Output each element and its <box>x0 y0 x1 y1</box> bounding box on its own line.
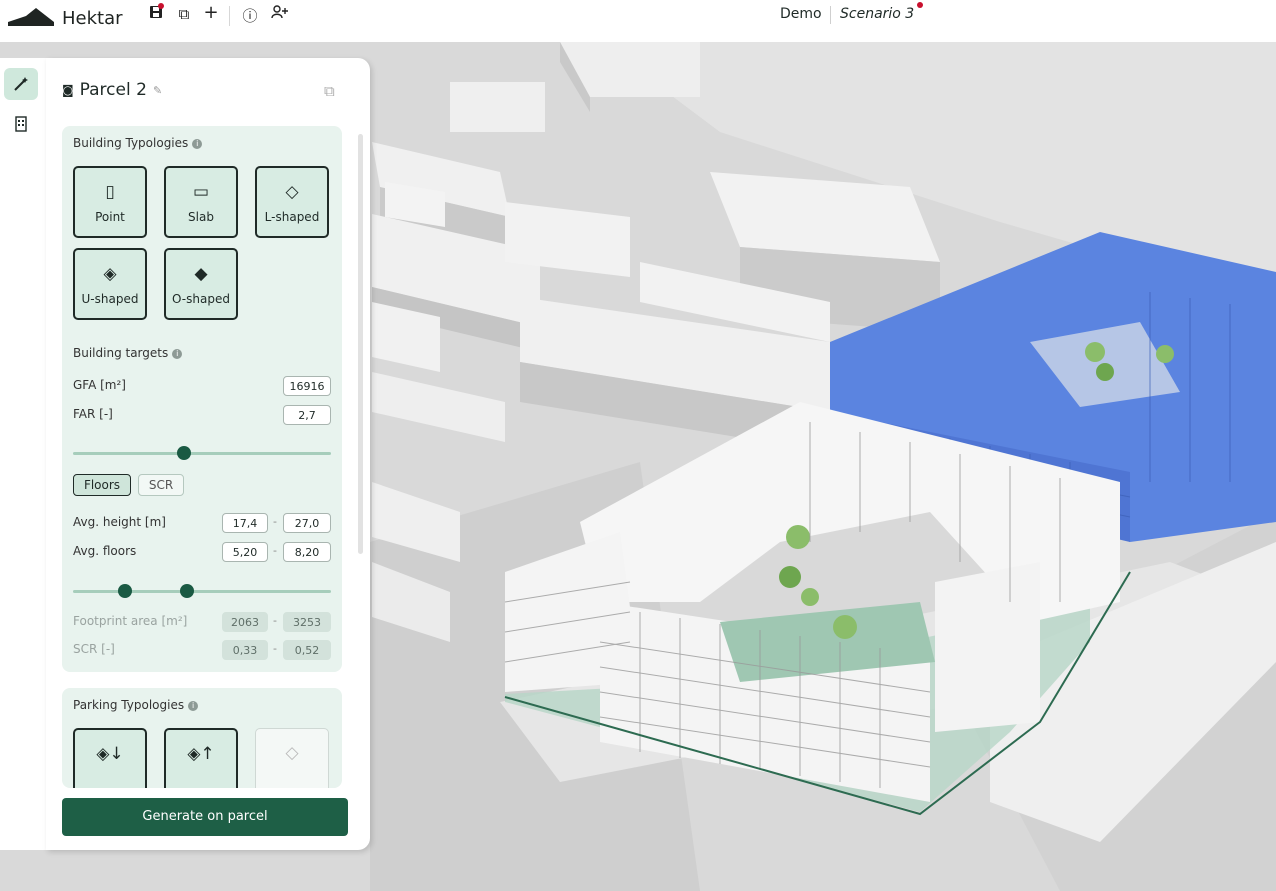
typology-u-shaped[interactable]: ◈ U-shaped <box>73 248 147 320</box>
parking-underground[interactable]: ◈↓ <box>73 728 147 788</box>
surface-parking-icon: ◇ <box>285 743 299 763</box>
typology-l-shaped[interactable]: ◇ L-shaped <box>255 166 329 238</box>
magic-wand-icon[interactable] <box>4 68 38 100</box>
typology-slab[interactable]: ▭ Slab <box>164 166 238 238</box>
toggle-scr[interactable]: SCR <box>138 474 184 496</box>
point-building-icon: ▯ <box>105 182 115 202</box>
building-icon[interactable] <box>4 108 38 140</box>
far-slider-track[interactable] <box>73 452 331 455</box>
far-slider-handle[interactable] <box>176 446 191 460</box>
add-user-icon[interactable] <box>270 5 290 23</box>
toggle-floors[interactable]: Floors <box>73 474 131 496</box>
parking-surface[interactable]: ◇ <box>255 728 329 788</box>
scr-min-value: 0,33 <box>222 640 268 660</box>
far-label: FAR [-] <box>73 407 113 421</box>
hektar-logo[interactable] <box>8 4 58 28</box>
l-shaped-building-icon: ◇ <box>285 182 299 202</box>
avg-height-label: Avg. height [m] <box>73 515 166 529</box>
podium-parking-icon: ◈↑ <box>187 744 215 764</box>
copy-icon[interactable]: ⧉ <box>324 82 335 100</box>
building-typologies-title: Building Typologies i <box>73 136 203 150</box>
panel-title: Parcel 2 <box>79 80 147 100</box>
far-input[interactable]: 2,7 <box>283 405 331 425</box>
parcel-panel: ◙ Parcel 2 ✎ ⧉ Building Typologies i ▯ Po… <box>46 58 370 850</box>
building-card: Building Typologies i ▯ Point ▭ Slab ◇ L-… <box>62 126 342 672</box>
floors-range-track[interactable] <box>73 590 331 593</box>
slab-building-icon: ▭ <box>192 182 210 202</box>
toolbar-divider <box>229 6 230 26</box>
scenario-unsaved-indicator <box>917 2 923 8</box>
parking-card: Parking Typologies i ◈↓ ◈↑ ◇ <box>62 688 342 788</box>
avg-floors-label: Avg. floors <box>73 544 137 558</box>
info-icon[interactable]: ⓘ <box>240 5 260 26</box>
parking-typologies-title: Parking Typologies i <box>73 698 199 712</box>
parking-podium[interactable]: ◈↑ <box>164 728 238 788</box>
top-bar: Hektar ⧉ + ⓘ Demo Scenario 3 <box>0 0 1276 42</box>
u-shaped-building-icon: ◈ <box>103 264 117 284</box>
building-targets-title: Building targets i <box>73 346 183 360</box>
info-icon[interactable]: i <box>172 349 183 359</box>
avg-height-max-input[interactable]: 27,0 <box>283 513 331 533</box>
gfa-input[interactable]: 16916 <box>283 376 331 396</box>
range-separator: - <box>273 642 277 655</box>
underground-parking-icon: ◈↓ <box>96 744 124 764</box>
gfa-label: GFA [m²] <box>73 378 126 392</box>
parcel-icon: ◙ <box>62 83 74 97</box>
info-icon[interactable]: i <box>192 139 203 149</box>
o-shaped-building-icon: ◆ <box>194 264 208 284</box>
avg-height-min-input[interactable]: 17,4 <box>222 513 268 533</box>
info-icon[interactable]: i <box>188 701 199 711</box>
range-separator: - <box>273 544 277 557</box>
plus-icon[interactable]: + <box>201 2 221 23</box>
typology-o-shaped[interactable]: ◆ O-shaped <box>164 248 238 320</box>
panel-scrollbar[interactable] <box>358 134 363 554</box>
footprint-label: Footprint area [m²] <box>73 614 188 628</box>
generate-on-parcel-button[interactable]: Generate on parcel <box>62 798 348 836</box>
left-tool-rail <box>0 58 47 850</box>
title-divider <box>830 6 831 24</box>
footprint-min-value: 2063 <box>222 612 268 632</box>
brand-name: Hektar <box>62 8 123 29</box>
range-separator: - <box>273 614 277 627</box>
typology-point[interactable]: ▯ Point <box>73 166 147 238</box>
floors-range-min-handle[interactable] <box>117 584 132 598</box>
range-separator: - <box>273 515 277 528</box>
scr-max-value: 0,52 <box>283 640 331 660</box>
scr-label: SCR [-] <box>73 642 115 656</box>
project-name[interactable]: Demo <box>780 6 822 22</box>
edit-pencil-icon[interactable]: ✎ <box>153 84 162 97</box>
avg-floors-min-input[interactable]: 5,20 <box>222 542 268 562</box>
floors-range-max-handle[interactable] <box>179 584 194 598</box>
duplicate-icon[interactable]: ⧉ <box>174 5 194 23</box>
footprint-max-value: 3253 <box>283 612 331 632</box>
unsaved-indicator <box>158 3 164 9</box>
scenario-name[interactable]: Scenario 3 <box>840 6 914 22</box>
panel-header: ◙ Parcel 2 ✎ <box>62 80 162 100</box>
avg-floors-max-input[interactable]: 8,20 <box>283 542 331 562</box>
